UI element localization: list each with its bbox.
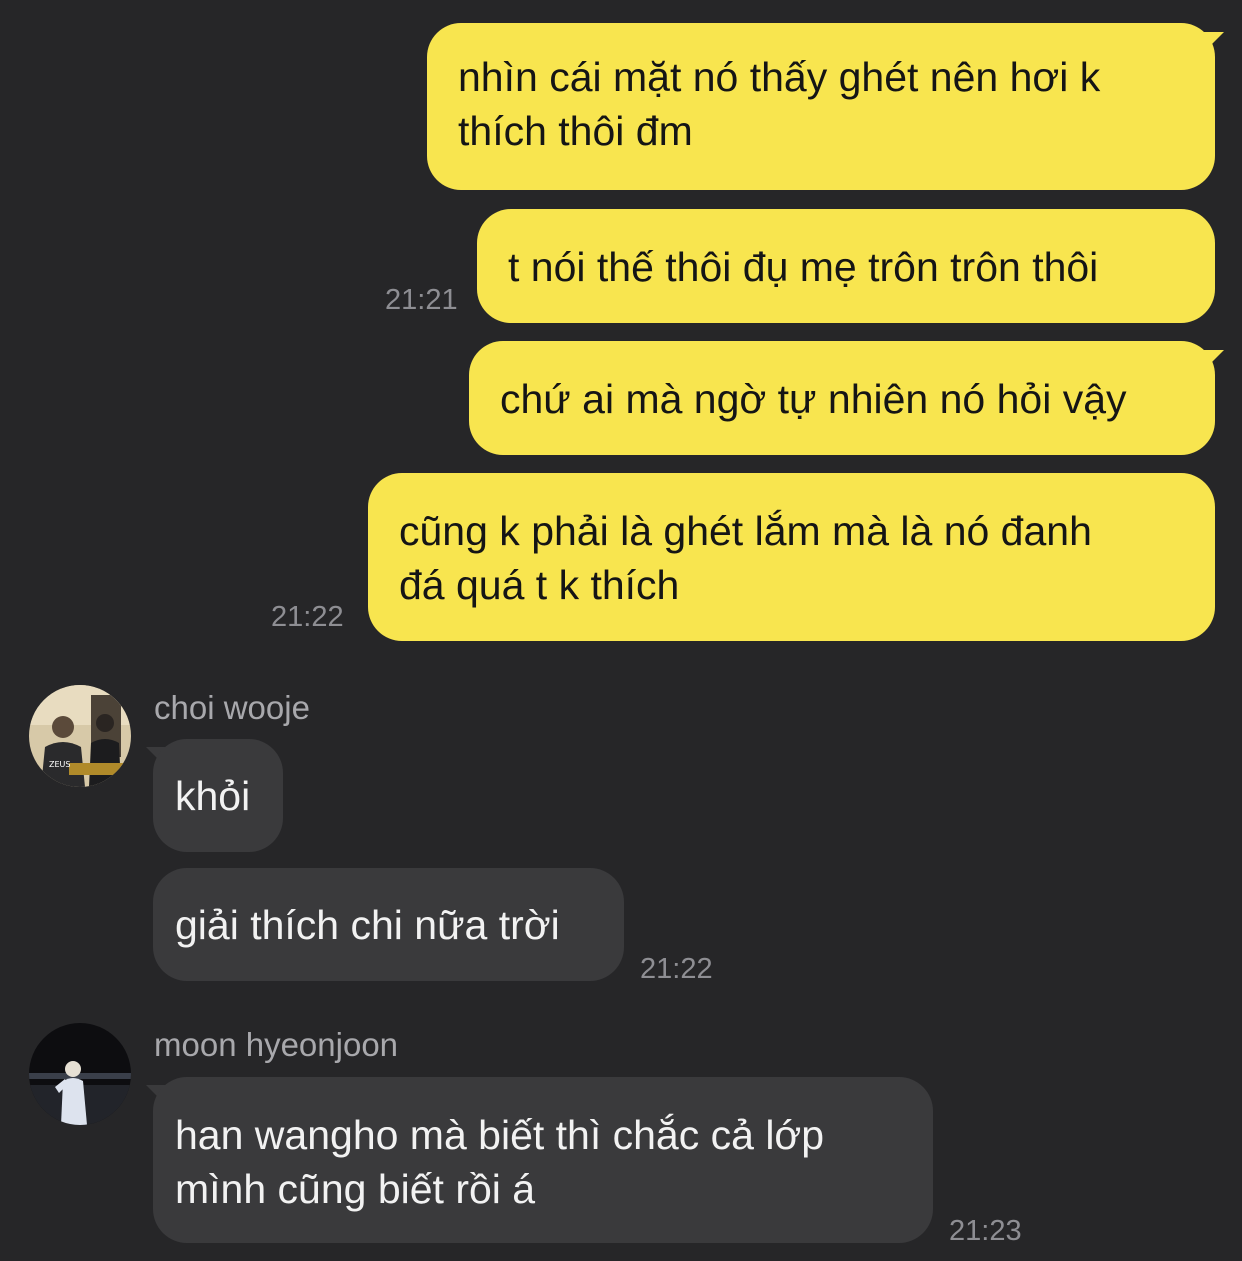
svg-text:ZEUS: ZEUS — [49, 760, 70, 769]
incoming-message[interactable]: han wangho mà biết thì chắc cả lớp mình … — [153, 1077, 933, 1243]
message-timestamp: 21:21 — [385, 284, 458, 316]
message-timestamp: 21:23 — [949, 1215, 1022, 1247]
outgoing-message[interactable]: chứ ai mà ngờ tự nhiên nó hỏi vậy — [469, 341, 1215, 455]
outgoing-message[interactable]: cũng k phải là ghét lắm mà là nó đanh đá… — [368, 473, 1215, 641]
message-timestamp: 21:22 — [640, 953, 713, 985]
message-timestamp: 21:22 — [271, 601, 344, 633]
avatar[interactable]: ZEUS — [29, 685, 131, 787]
outgoing-message[interactable]: nhìn cái mặt nó thấy ghét nên hơi k thíc… — [427, 23, 1215, 190]
incoming-message[interactable]: khỏi — [153, 739, 283, 852]
sender-name: choi wooje — [154, 689, 310, 726]
incoming-message[interactable]: giải thích chi nữa trời — [153, 868, 624, 981]
sender-name: moon hyeonjoon — [154, 1026, 399, 1063]
avatar[interactable] — [29, 1023, 131, 1125]
outgoing-message[interactable]: t nói thế thôi đụ mẹ trôn trôn thôi — [477, 209, 1215, 323]
profile-photo-icon — [29, 1023, 131, 1125]
profile-photo-icon: ZEUS — [29, 685, 131, 787]
